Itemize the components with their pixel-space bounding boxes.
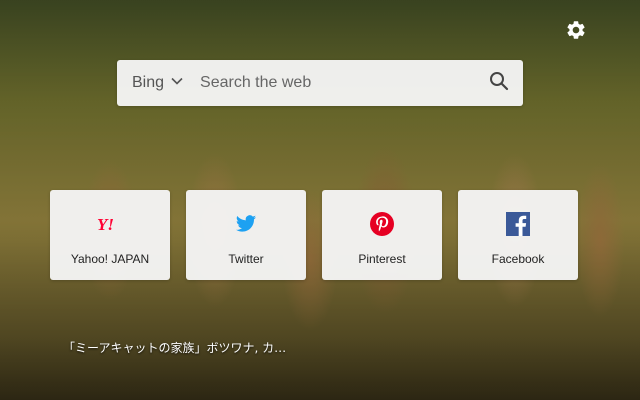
tile-label: Facebook [491, 252, 545, 266]
speed-dial: Y! Yahoo! JAPAN Twitter Pinterest Facebo… [50, 190, 578, 280]
search-engine-selector[interactable]: Bing [117, 60, 192, 106]
search-engine-label: Bing [132, 74, 165, 91]
gear-icon [565, 19, 587, 46]
tile-twitter[interactable]: Twitter [186, 190, 306, 280]
tile-label: Yahoo! JAPAN [70, 252, 150, 266]
search-input[interactable] [192, 60, 475, 106]
tile-label: Twitter [228, 252, 264, 266]
search-button[interactable] [475, 60, 523, 106]
chevron-down-icon [170, 74, 184, 93]
svg-text:Y!: Y! [97, 215, 114, 234]
twitter-icon [232, 210, 260, 238]
facebook-icon [504, 210, 532, 238]
tile-label: Pinterest [358, 252, 406, 266]
tile-facebook[interactable]: Facebook [458, 190, 578, 280]
tile-pinterest[interactable]: Pinterest [322, 190, 442, 280]
settings-button[interactable] [564, 20, 588, 44]
yahoo-japan-icon: Y! [96, 210, 124, 238]
pinterest-icon [368, 210, 396, 238]
search-box: Bing [117, 60, 523, 106]
tile-yahoo-japan[interactable]: Y! Yahoo! JAPAN [50, 190, 170, 280]
search-icon [489, 71, 509, 96]
background-caption-link[interactable]: 「ミーアキャットの家族」ボツワナ, カ… [63, 339, 286, 356]
